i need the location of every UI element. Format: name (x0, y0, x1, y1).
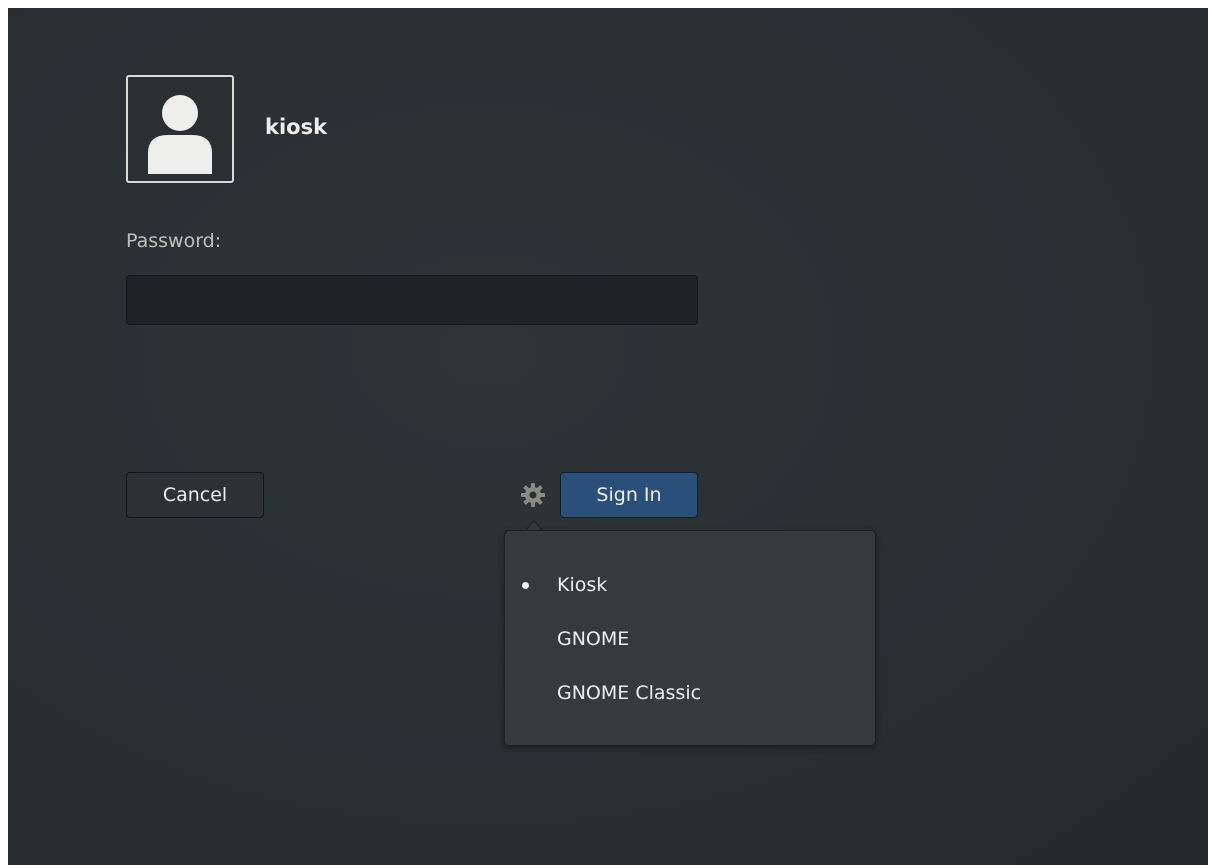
cancel-button[interactable]: Cancel (126, 472, 264, 518)
user-avatar[interactable] (126, 75, 234, 183)
gear-icon[interactable] (520, 482, 546, 508)
password-label: Password: (126, 230, 222, 252)
sign-in-button[interactable]: Sign In (560, 472, 698, 518)
bullet-icon (522, 582, 529, 589)
username-label: kiosk (265, 115, 328, 139)
session-item-label: Kiosk (557, 574, 608, 596)
session-item-label: GNOME (557, 628, 630, 650)
session-menu: Kiosk GNOME GNOME Classic (504, 530, 876, 746)
password-field[interactable] (126, 275, 698, 325)
login-screen: kiosk Password: Cancel Sign In Kiosk GNO… (8, 8, 1208, 865)
session-item-gnome-classic[interactable]: GNOME Classic (505, 671, 875, 715)
session-item-gnome[interactable]: GNOME (505, 617, 875, 661)
user-avatar-icon (148, 95, 212, 174)
session-item-label: GNOME Classic (557, 682, 702, 704)
session-item-kiosk[interactable]: Kiosk (505, 563, 875, 607)
